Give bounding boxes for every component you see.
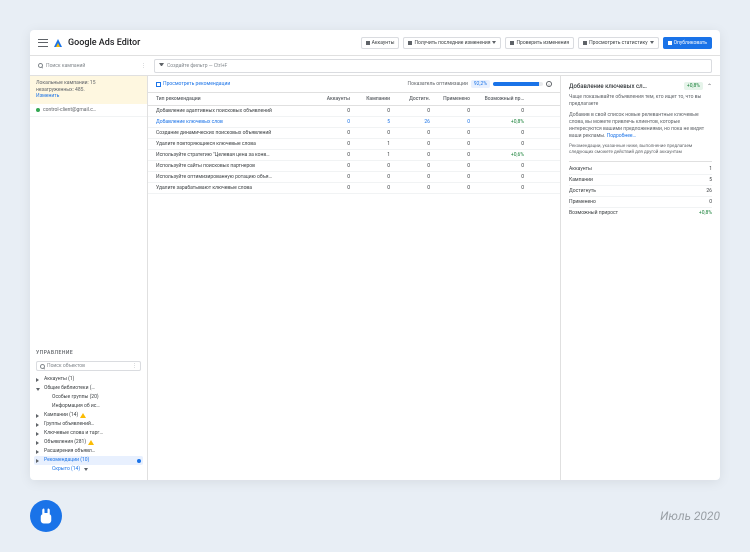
management-header: УПРАВЛЕНИЕ (30, 347, 147, 359)
col-type[interactable]: Тип рекомендации (156, 96, 316, 102)
growth-badge: +0,8% (684, 82, 703, 90)
tree-search-input[interactable]: Поиск объектов⋮ (36, 361, 141, 371)
hamburger-icon[interactable] (38, 39, 48, 47)
view-stats-button[interactable]: Просмотреть статистику (578, 37, 658, 49)
app-window: Google Ads Editor Аккаунты Получить посл… (30, 30, 720, 480)
table-row[interactable]: Используйте стратегию "Целевая цена за к… (148, 150, 560, 161)
chevron-down-icon (650, 41, 654, 44)
notification-dot-icon (137, 459, 141, 463)
col-campaigns[interactable]: Кампании (356, 96, 396, 102)
tree-special-groups[interactable]: Особые группы (20) (34, 393, 143, 402)
detail-note: Рекомендации, указанные ниже, выполнение… (569, 144, 712, 157)
progress-bar (493, 82, 543, 86)
filter-row: Поиск кампаний⋮ Создайте фильтр — Ctrl+F (30, 56, 720, 76)
stat-row: Применено0 (569, 196, 712, 207)
table-row[interactable]: Добавление адаптивных поисковых объявлен… (148, 106, 560, 117)
center-panel: Просмотреть рекомендации Показатель опти… (148, 76, 560, 480)
detail-summary: Чаще показывайте объявления тем, кто ище… (569, 94, 712, 108)
optimization-score: Показатель оптимизации 92,2% i (408, 80, 552, 88)
detail-panel: Добавление ключевых сл… +0,8% ⌃ Чаще пок… (560, 76, 720, 480)
topbar: Google Ads Editor Аккаунты Получить посл… (30, 30, 720, 56)
tree-keywords[interactable]: Ключевые слова и тарг… (34, 429, 143, 438)
status-dot-icon (36, 108, 40, 112)
download-icon (408, 41, 412, 45)
main-body: Локальные кампании: 15 незагруженных: 48… (30, 76, 720, 480)
top-actions: Аккаунты Получить последние изменения Пр… (361, 37, 712, 49)
col-growth[interactable]: Возможный пр… (476, 96, 524, 102)
tree-ads[interactable]: Объявления (281) (34, 438, 143, 447)
check-changes-button[interactable]: Проверить изменения (505, 37, 574, 49)
table-row[interactable]: Используйте оптимизированную ротацию объ… (148, 172, 560, 183)
tree-campaigns[interactable]: Кампании (14) (34, 411, 143, 420)
tree-recommendations[interactable]: Рекомендации (10) (34, 456, 143, 465)
edit-link[interactable]: Изменить (36, 93, 59, 99)
tree-extensions[interactable]: Расширения объявл… (34, 447, 143, 456)
nav-tree: Аккаунты (1) Общие библиотеки (… Особые … (30, 373, 147, 480)
table-row[interactable]: Создание динамических поисковых объявлен… (148, 128, 560, 139)
tree-shared-lib[interactable]: Общие библиотеки (… (34, 384, 143, 393)
info-icon[interactable]: i (546, 81, 552, 87)
warning-icon (80, 413, 86, 418)
tree-neg-info[interactable]: Информация об ис… (34, 402, 143, 411)
filter-input[interactable]: Создайте фильтр — Ctrl+F (154, 59, 712, 73)
search-icon (40, 364, 45, 369)
table-row[interactable]: Удалите зарабатывают ключевые слова00000 (148, 183, 560, 194)
collapse-icon[interactable]: ⌃ (707, 83, 712, 90)
tree-hidden[interactable]: Скрыто (14) (34, 465, 143, 474)
stat-row: Возможный прирост+0,8% (569, 207, 712, 218)
check-icon (510, 41, 514, 45)
brand-avatar-icon (30, 500, 62, 532)
tree-accounts[interactable]: Аккаунты (1) (34, 375, 143, 384)
stat-row: Аккаунты1 (569, 161, 712, 174)
view-recommendations-link[interactable]: Просмотреть рекомендации (156, 81, 230, 87)
grid-icon (366, 41, 370, 45)
table-row[interactable]: Удалите повторяющиеся ключевые слова0100… (148, 139, 560, 150)
stat-row: Кампании5 (569, 174, 712, 185)
page-footer: Июль 2020 (30, 500, 720, 532)
table-header: Тип рекомендации Аккаунты Кампании Дости… (148, 93, 560, 106)
score-badge: 92,2% (471, 80, 490, 88)
upload-icon (668, 41, 672, 45)
publish-button[interactable]: Опубликовать (663, 37, 712, 49)
chevron-down-icon (84, 468, 88, 471)
left-sidebar: Локальные кампании: 15 незагруженных: 48… (30, 76, 148, 480)
col-applied[interactable]: Применено (436, 96, 476, 102)
tree-adgroups[interactable]: Группы объявлений… (34, 420, 143, 429)
stats-icon (583, 41, 587, 45)
google-ads-logo-icon (54, 39, 62, 47)
square-icon (156, 82, 161, 87)
campaign-search[interactable]: Поиск кампаний⋮ (38, 63, 146, 69)
local-campaigns-banner: Локальные кампании: 15 незагруженных: 48… (30, 76, 147, 104)
center-toolbar: Просмотреть рекомендации Показатель опти… (148, 76, 560, 93)
chevron-down-icon (492, 41, 496, 44)
detail-description: Добавив в свой список новые релевантные … (569, 112, 712, 140)
detail-header: Добавление ключевых сл… +0,8% ⌃ (569, 82, 712, 90)
col-accounts[interactable]: Аккаунты (316, 96, 356, 102)
col-reach[interactable]: Достигн. (396, 96, 436, 102)
stat-row: Достигнуть26 (569, 185, 712, 196)
app-title: Google Ads Editor (68, 38, 140, 48)
table-row[interactable]: Добавление ключевых слов05260+0,8% (148, 117, 560, 128)
accounts-button[interactable]: Аккаунты (361, 37, 400, 49)
learn-more-link[interactable]: Подробнее… (607, 133, 636, 139)
date-label: Июль 2020 (660, 509, 720, 523)
detail-title: Добавление ключевых сл… (569, 83, 680, 90)
recommendations-table: Тип рекомендации Аккаунты Кампании Дости… (148, 93, 560, 194)
get-changes-button[interactable]: Получить последние изменения (403, 37, 501, 49)
search-icon (38, 63, 43, 68)
funnel-icon (159, 63, 164, 68)
account-row[interactable]: control-client@gmail.c… (30, 104, 147, 117)
warning-icon (88, 440, 94, 445)
table-row[interactable]: Используйте сайты поисковых партнеров000… (148, 161, 560, 172)
